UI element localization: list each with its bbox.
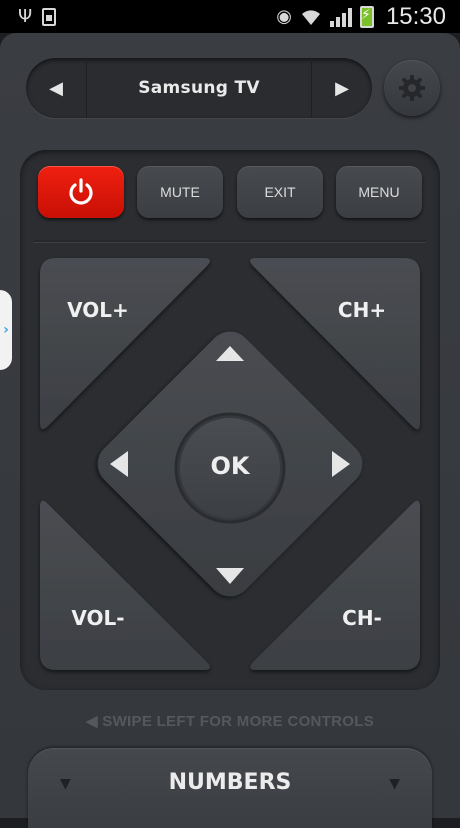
control-pad [40,258,420,670]
volume-down-label: VOL- [71,606,125,630]
channel-down-label: CH- [342,606,382,630]
side-panel-handle[interactable]: › [0,290,12,370]
channel-up-label: CH+ [337,298,387,322]
numbers-label: NUMBERS [168,770,292,795]
chevron-right-icon: › [3,322,9,338]
ok-label: OK [210,452,250,480]
chevron-down-icon: ▼ [389,776,400,792]
volume-up-label: VOL+ [67,298,129,322]
swipe-hint: ◀ SWIPE LEFT FOR MORE CONTROLS [85,713,375,730]
numbers-panel-toggle[interactable]: ▼ NUMBERS ▼ [28,748,432,828]
